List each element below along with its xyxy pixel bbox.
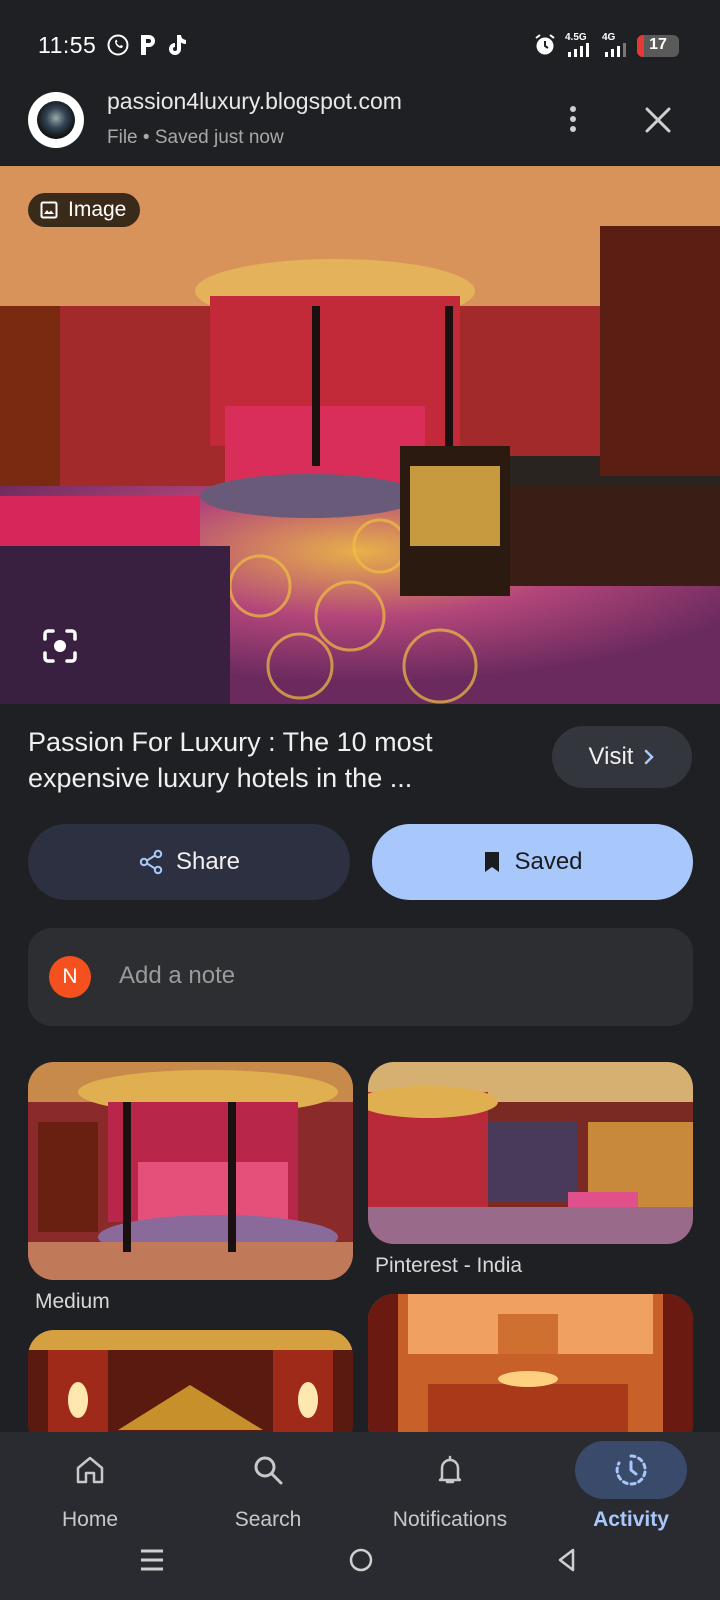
visit-label: Visit — [588, 743, 634, 770]
signal-icon-2: 4G — [602, 32, 630, 58]
related-image-1[interactable] — [28, 1062, 353, 1280]
nav-notifications[interactable]: Notifications — [370, 1440, 530, 1532]
share-button[interactable]: Share — [28, 824, 350, 900]
avatar: N — [49, 956, 91, 998]
alarm-icon — [534, 33, 556, 57]
more-options-icon[interactable] — [558, 102, 588, 142]
image-chip-label: Image — [68, 198, 127, 221]
saved-label: Saved — [514, 848, 583, 875]
lens-icon[interactable] — [38, 624, 82, 668]
share-label: Share — [175, 848, 241, 875]
signal-icon-1: 4.5G — [565, 32, 595, 58]
add-note-field[interactable]: N Add a note — [28, 928, 693, 1026]
bookmark-icon — [485, 852, 500, 872]
nav-search[interactable]: Search — [188, 1440, 348, 1532]
home-icon — [76, 1456, 104, 1484]
battery-indicator: 17 — [637, 35, 679, 57]
related-source-1[interactable]: Medium — [35, 1290, 110, 1314]
hero-image[interactable] — [0, 166, 720, 704]
nav-notifications-label: Notifications — [392, 1508, 508, 1531]
back-button[interactable] — [553, 1545, 581, 1585]
site-favicon — [28, 92, 84, 148]
header — [0, 72, 720, 166]
nav-activity[interactable]: Activity — [551, 1440, 711, 1532]
saved-status: File • Saved just now — [107, 127, 284, 148]
clock: 11:55 — [38, 32, 97, 58]
image-chip: Image — [28, 193, 141, 227]
recents-icon — [141, 1549, 163, 1571]
site-name[interactable]: passion4luxury.blogspot.com — [107, 88, 402, 115]
nav-home-label: Home — [61, 1508, 119, 1531]
related-image-4[interactable] — [368, 1294, 693, 1450]
nav-home[interactable]: Home — [10, 1440, 170, 1532]
recents-button[interactable] — [138, 1545, 166, 1585]
bell-icon — [438, 1455, 462, 1484]
home-system-button[interactable] — [347, 1545, 375, 1585]
result-title[interactable]: Passion For Luxury : The 10 most expensi… — [28, 724, 508, 796]
saved-button[interactable]: Saved — [372, 824, 693, 900]
share-icon — [139, 849, 163, 875]
visit-button[interactable]: Visit — [552, 726, 692, 788]
nav-search-label: Search — [234, 1508, 302, 1531]
close-icon[interactable] — [638, 100, 678, 140]
p-icon — [138, 33, 158, 57]
whatsapp-icon — [106, 33, 130, 57]
back-triangle-icon — [558, 1548, 575, 1572]
tiktok-icon — [166, 33, 188, 57]
search-icon — [254, 1456, 283, 1485]
activity-icon — [615, 1454, 647, 1486]
related-image-2[interactable] — [368, 1062, 693, 1244]
related-source-2[interactable]: Pinterest - India — [375, 1254, 522, 1278]
circle-home-icon — [349, 1548, 373, 1572]
nav-activity-label: Activity — [593, 1508, 669, 1531]
note-placeholder: Add a note — [119, 962, 236, 989]
image-icon — [40, 201, 58, 219]
chevron-right-icon — [645, 749, 655, 765]
